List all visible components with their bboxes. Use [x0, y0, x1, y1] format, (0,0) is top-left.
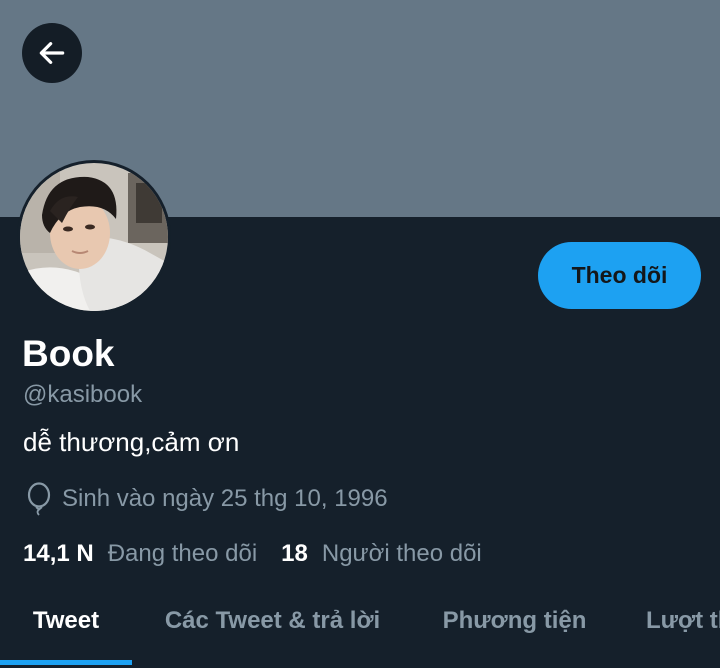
following-stat[interactable]: 14,1 N Đang theo dõi	[23, 540, 257, 568]
tab-tweets[interactable]: Tweet	[0, 594, 132, 648]
profile-bio: dễ thương,cảm ơn	[23, 427, 240, 457]
profile-name: Book	[22, 333, 115, 374]
active-tab-indicator	[0, 660, 132, 665]
following-label: Đang theo dõi	[107, 540, 258, 567]
birthday-row: Sinh vào ngày 25 thg 10, 1996	[24, 482, 388, 516]
following-count: 14,1 N	[23, 540, 94, 567]
followers-stat[interactable]: 18 Người theo dõi	[281, 540, 482, 568]
avatar-photo	[20, 163, 168, 311]
back-button[interactable]	[22, 23, 82, 83]
profile-tabs: Tweet Các Tweet & trả lời Phương tiện Lư…	[0, 594, 720, 668]
follow-button[interactable]: Theo dõi	[538, 242, 701, 309]
followers-count: 18	[281, 540, 308, 567]
tab-tweets-and-replies[interactable]: Các Tweet & trả lời	[150, 594, 395, 648]
followers-label: Người theo dõi	[321, 540, 482, 567]
balloon-icon	[27, 482, 51, 516]
profile-handle: @kasibook	[23, 381, 143, 408]
birthday-text: Sinh vào ngày 25 thg 10, 1996	[62, 485, 388, 512]
arrow-left-icon	[39, 42, 65, 64]
avatar[interactable]	[17, 160, 171, 314]
follow-stats: 14,1 N Đang theo dõi 18 Người theo dõi	[23, 537, 482, 571]
tab-likes[interactable]: Lượt thích	[646, 594, 720, 648]
tab-media[interactable]: Phương tiện	[428, 594, 601, 648]
profile-page: Theo dõi Book @kasibook dễ thương,cảm ơn…	[0, 0, 720, 668]
